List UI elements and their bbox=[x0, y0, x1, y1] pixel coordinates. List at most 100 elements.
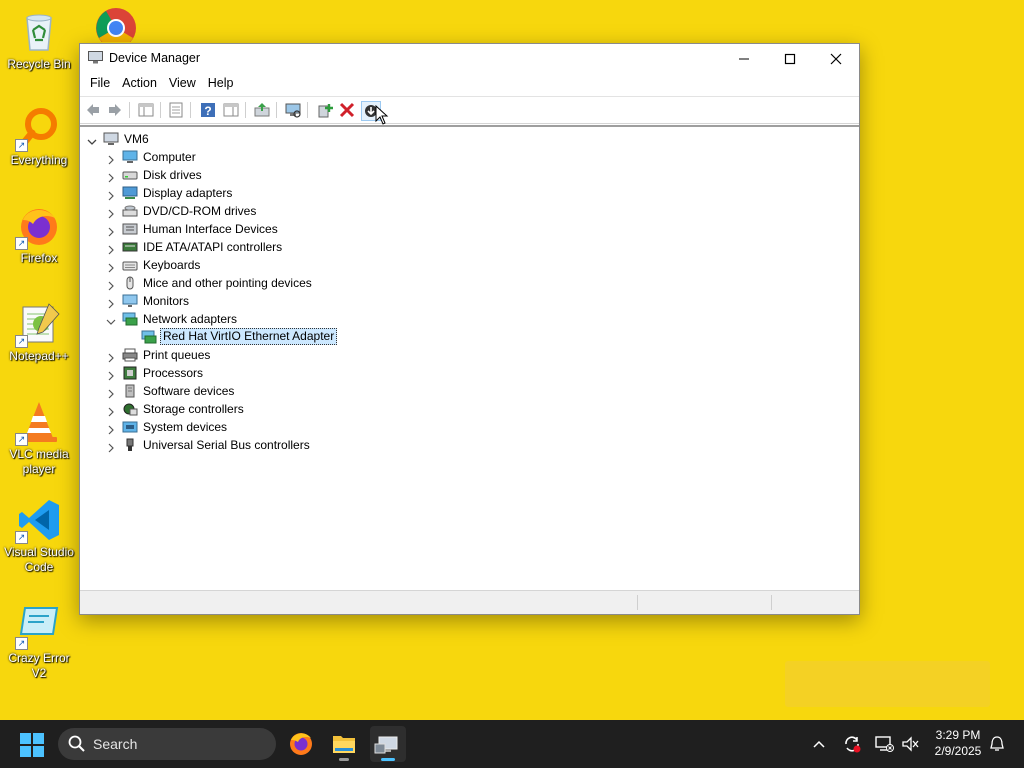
maximize-button[interactable] bbox=[767, 44, 813, 73]
chevron-right-icon[interactable] bbox=[106, 206, 116, 219]
system-device-icon bbox=[122, 420, 138, 434]
recycle-bin-icon bbox=[17, 10, 61, 54]
storage-controller-icon bbox=[122, 402, 138, 416]
chevron-right-icon[interactable] bbox=[106, 386, 116, 399]
toolbar: ? bbox=[80, 96, 859, 125]
system-clock[interactable]: 3:29 PM 2/9/2025 bbox=[928, 727, 988, 759]
chevron-right-icon[interactable] bbox=[106, 260, 116, 273]
mouse-icon bbox=[122, 276, 138, 290]
clock-time: 3:29 PM bbox=[935, 728, 981, 742]
device-manager-window: Device Manager File Action View Help ? V… bbox=[79, 43, 860, 615]
dvd-drive-icon bbox=[122, 204, 138, 218]
tree-category-label: Disk drives bbox=[143, 168, 202, 182]
add-legacy-hardware-icon[interactable] bbox=[316, 101, 334, 119]
chevron-right-icon[interactable] bbox=[106, 350, 116, 363]
close-button[interactable] bbox=[813, 44, 859, 73]
desktop-icon-vlc[interactable]: ↗ VLC media player bbox=[1, 400, 77, 477]
taskbar: Search 3:29 PM 2/9/2025 bbox=[0, 720, 1024, 768]
chevron-right-icon[interactable] bbox=[106, 242, 116, 255]
back-icon[interactable] bbox=[84, 101, 102, 119]
desktop-icon-label: Notepad++ bbox=[9, 349, 69, 363]
help-icon[interactable]: ? bbox=[199, 101, 217, 119]
device-manager-icon bbox=[374, 736, 398, 754]
chevron-right-icon[interactable] bbox=[106, 188, 116, 201]
tree-category-label: Human Interface Devices bbox=[143, 222, 278, 236]
chevron-right-icon[interactable] bbox=[106, 296, 116, 309]
shortcut-arrow-icon: ↗ bbox=[15, 637, 28, 650]
everything-search-icon: ↗ bbox=[15, 106, 61, 152]
desktop-icon-recycle-bin[interactable]: Recycle Bin bbox=[1, 10, 77, 72]
search-icon bbox=[68, 735, 86, 756]
toolbar-separator bbox=[307, 102, 308, 118]
notification-bell-icon[interactable] bbox=[988, 735, 1006, 756]
search-placeholder: Search bbox=[93, 736, 138, 752]
minimize-button[interactable] bbox=[721, 44, 767, 73]
chevron-right-icon[interactable] bbox=[106, 404, 116, 417]
shortcut-arrow-icon: ↗ bbox=[15, 531, 28, 544]
chevron-right-icon[interactable] bbox=[106, 278, 116, 291]
taskbar-app-device-manager[interactable] bbox=[370, 726, 406, 762]
update-driver-icon[interactable] bbox=[253, 101, 271, 119]
chevron-right-icon[interactable] bbox=[106, 368, 116, 381]
clock-date: 2/9/2025 bbox=[934, 744, 982, 758]
tree-category-label: Universal Serial Bus controllers bbox=[143, 438, 310, 452]
uninstall-device-icon[interactable] bbox=[338, 101, 356, 119]
notification-toast bbox=[785, 661, 990, 707]
chevron-right-icon[interactable] bbox=[106, 224, 116, 237]
network-disconnected-icon[interactable] bbox=[874, 734, 894, 757]
tree-category-label: Display adapters bbox=[143, 186, 233, 200]
chevron-right-icon[interactable] bbox=[106, 422, 116, 435]
tree-category-label: Storage controllers bbox=[143, 402, 244, 416]
desktop-icon-vscode[interactable]: ↗ Visual Studio Code bbox=[1, 498, 77, 575]
tree-category-label: Mice and other pointing devices bbox=[143, 276, 312, 290]
tree-category-label: Monitors bbox=[143, 294, 190, 308]
chevron-down-icon[interactable] bbox=[87, 134, 97, 145]
display-adapter-icon bbox=[122, 186, 138, 200]
toolbar-separator bbox=[245, 102, 246, 118]
properties-icon[interactable] bbox=[167, 101, 185, 119]
processor-icon bbox=[122, 366, 138, 380]
taskbar-app-firefox[interactable] bbox=[283, 726, 319, 762]
menu-action[interactable]: Action bbox=[116, 73, 163, 90]
windows-start-icon bbox=[20, 733, 44, 757]
chevron-right-icon[interactable] bbox=[106, 152, 116, 165]
sync-status-icon[interactable] bbox=[842, 734, 862, 757]
start-button[interactable] bbox=[20, 733, 44, 760]
firefox-icon: ↗ bbox=[15, 204, 61, 250]
desktop-icon-notepad-plus-plus[interactable]: ↗ Notepad++ bbox=[1, 302, 77, 364]
desktop-icon-firefox[interactable]: ↗ Firefox bbox=[1, 204, 77, 266]
desktop-icon-crazy-error[interactable]: ↗ Crazy Error V2 bbox=[1, 604, 77, 681]
svg-text:?: ? bbox=[204, 104, 211, 118]
taskbar-search-box[interactable]: Search bbox=[58, 728, 276, 760]
menu-help[interactable]: Help bbox=[202, 73, 240, 90]
show-hidden-icons-chevron-up-icon[interactable] bbox=[812, 737, 826, 754]
tree-category-label: Print queues bbox=[143, 348, 211, 362]
desktop-icon-label: Visual Studio Code bbox=[4, 545, 74, 574]
tree-category-label: Keyboards bbox=[143, 258, 201, 272]
menu-view[interactable]: View bbox=[163, 73, 202, 90]
desktop-icon-chrome[interactable] bbox=[78, 4, 154, 42]
maximize-icon bbox=[784, 53, 796, 65]
action-pane-icon[interactable] bbox=[222, 101, 240, 119]
shortcut-arrow-icon: ↗ bbox=[15, 335, 28, 348]
chevron-down-icon[interactable] bbox=[106, 314, 116, 325]
hid-icon bbox=[122, 222, 138, 236]
show-hide-console-tree-icon[interactable] bbox=[137, 101, 155, 119]
tree-category-label: DVD/CD-ROM drives bbox=[143, 204, 257, 218]
taskbar-app-file-explorer[interactable] bbox=[326, 726, 362, 762]
chevron-right-icon[interactable] bbox=[106, 170, 116, 183]
status-bar-divider bbox=[771, 595, 772, 610]
volume-muted-icon[interactable] bbox=[900, 734, 920, 757]
desktop-icon-everything[interactable]: ↗ Everything bbox=[1, 106, 77, 168]
menu-file[interactable]: File bbox=[84, 73, 116, 90]
network-adapter-icon bbox=[122, 312, 138, 326]
computer-icon bbox=[103, 132, 119, 146]
toolbar-separator bbox=[129, 102, 130, 118]
shortcut-arrow-icon: ↗ bbox=[15, 139, 28, 152]
chevron-right-icon[interactable] bbox=[106, 440, 116, 453]
crazy-error-icon: ↗ bbox=[15, 604, 61, 650]
forward-icon[interactable] bbox=[106, 101, 124, 119]
tree-category-label: Network adapters bbox=[143, 312, 238, 326]
scan-hardware-icon[interactable] bbox=[284, 101, 302, 119]
title-bar[interactable]: Device Manager bbox=[80, 44, 859, 73]
